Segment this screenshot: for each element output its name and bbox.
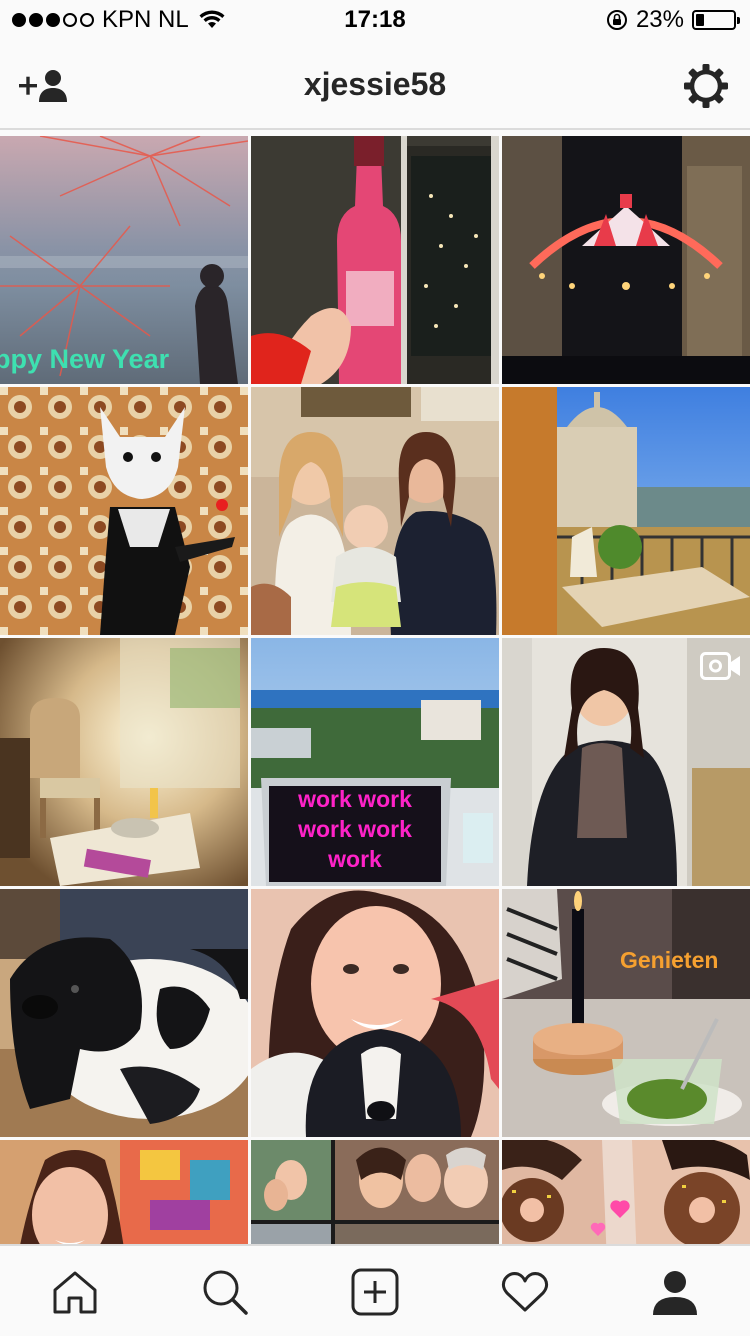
grid-photo-cat-woman-street-art[interactable] bbox=[0, 387, 248, 635]
photo-image bbox=[251, 889, 499, 1137]
tab-profile[interactable] bbox=[645, 1264, 705, 1320]
grid-photo-donut-eyes[interactable] bbox=[502, 1140, 750, 1244]
gear-icon bbox=[684, 64, 728, 108]
home-icon bbox=[53, 1271, 97, 1314]
add-post-icon bbox=[351, 1268, 399, 1316]
photo-caption: ppy New Year bbox=[0, 344, 170, 374]
photo-image bbox=[251, 136, 499, 384]
grid-photo-selfie-with-puppy[interactable] bbox=[251, 889, 499, 1137]
search-icon bbox=[203, 1270, 248, 1315]
status-bar: KPN NL 17:18 23% bbox=[0, 0, 750, 40]
photo-image bbox=[0, 638, 248, 886]
profile-header: xjessie58 bbox=[0, 40, 750, 130]
photo-image bbox=[502, 136, 750, 384]
grid-photo-sunlit-living-room[interactable] bbox=[0, 638, 248, 886]
grid-photo-fireworks-beach[interactable]: ppy New Year bbox=[0, 136, 248, 384]
grid-photo-balcony-church-view[interactable] bbox=[502, 387, 750, 635]
tab-bar bbox=[0, 1244, 750, 1336]
photo-image bbox=[251, 387, 499, 635]
photo-image bbox=[251, 1140, 499, 1244]
heart-icon bbox=[501, 1272, 549, 1312]
photo-image bbox=[502, 1140, 750, 1244]
photo-image bbox=[0, 889, 248, 1137]
photo-caption: Genieten bbox=[620, 947, 719, 973]
photo-image bbox=[0, 1140, 248, 1244]
page-title: xjessie58 bbox=[303, 66, 447, 102]
grid-photo-laptop-sea-view[interactable]: work work work work work bbox=[251, 638, 499, 886]
profile-icon bbox=[653, 1271, 697, 1315]
grid-photo-candle-mint-tea[interactable]: Genieten bbox=[502, 889, 750, 1137]
battery-area: 23% bbox=[606, 6, 740, 34]
settings-button[interactable] bbox=[680, 60, 732, 112]
grid-photo-selfie-street-art[interactable] bbox=[0, 1140, 248, 1244]
grid-photo-woman-portrait[interactable] bbox=[502, 638, 750, 886]
grid-photo-family-with-baby[interactable] bbox=[251, 387, 499, 635]
photo-image bbox=[0, 387, 248, 635]
video-indicator bbox=[700, 652, 742, 685]
photo-image bbox=[502, 889, 750, 1137]
tab-activity[interactable] bbox=[495, 1264, 555, 1320]
grid-photo-porto-cruz-pink-bottle[interactable] bbox=[251, 136, 499, 384]
grid-photo-black-white-dog[interactable] bbox=[0, 889, 248, 1137]
tab-search[interactable] bbox=[195, 1264, 255, 1320]
grid-photo-lisbon-street-lights[interactable] bbox=[502, 136, 750, 384]
video-camera-icon bbox=[700, 652, 740, 680]
battery-percent: 23% bbox=[635, 6, 684, 33]
photo-caption: work work work work work bbox=[298, 786, 412, 872]
battery-icon bbox=[692, 10, 740, 30]
photo-grid: ppy New Year work work work work work Ge… bbox=[0, 136, 750, 1244]
tab-home[interactable] bbox=[45, 1264, 105, 1320]
rotation-lock-icon bbox=[606, 10, 627, 30]
grid-photo-group-collage[interactable] bbox=[251, 1140, 499, 1244]
photo-image bbox=[502, 387, 750, 635]
tab-add-post[interactable] bbox=[345, 1264, 405, 1320]
